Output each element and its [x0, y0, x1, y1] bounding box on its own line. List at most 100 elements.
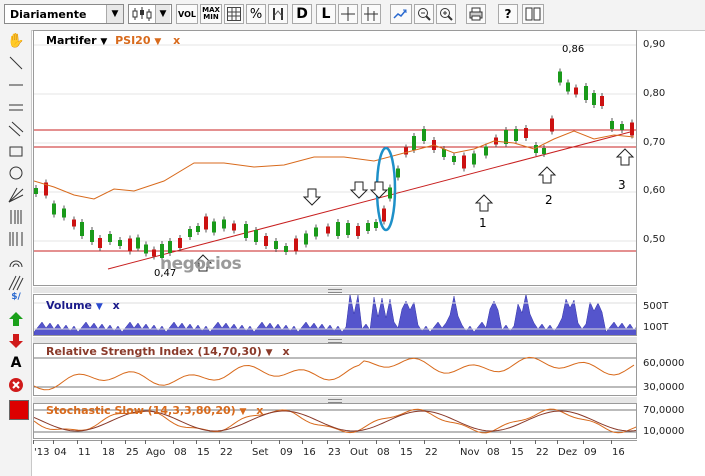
candle-body	[314, 227, 318, 237]
fibonacci-tool[interactable]	[7, 208, 25, 226]
candle-body	[558, 71, 562, 83]
fib-time-icon	[9, 232, 23, 246]
period-select[interactable]: Diariamente ▼	[4, 4, 124, 24]
candle-body	[294, 238, 298, 252]
rectangle-icon	[9, 146, 23, 157]
chart-type-select[interactable]: ▼	[128, 4, 172, 24]
annotation-2: 2	[545, 193, 553, 207]
candle-body	[346, 223, 350, 235]
candle-body	[366, 223, 370, 231]
rectangle-tool[interactable]	[7, 142, 25, 160]
candle-body	[630, 122, 634, 136]
remove-rsi-button[interactable]: x	[282, 345, 289, 358]
price-title: Martifer ▼ PSI20 ▼ x	[46, 34, 180, 47]
remove-indicator-button[interactable]: x	[173, 34, 180, 47]
stochastic-label: Stochastic Slow (14,3,3,80,20)	[46, 404, 236, 417]
candle-body	[222, 219, 226, 229]
chevron-down-icon[interactable]: ▼	[266, 348, 273, 358]
candle-body	[212, 221, 216, 233]
zoom-out-button[interactable]	[414, 4, 434, 24]
max-min-label: MAX MIN	[202, 6, 220, 21]
up-arrow-marker	[474, 194, 494, 212]
candle-body	[196, 226, 200, 232]
arc-tool[interactable]	[7, 252, 25, 270]
rsi-label: Relative Strength Index (14,70,30)	[46, 345, 262, 358]
candle-body	[118, 240, 122, 246]
parallel-lines-tool[interactable]	[7, 98, 25, 116]
x-axis-label: Out	[350, 447, 369, 458]
daily-button[interactable]: D	[292, 4, 312, 24]
chevron-down-icon[interactable]: ▼	[96, 302, 103, 312]
x-axis-label: 18	[102, 447, 115, 458]
zoom-in-icon	[440, 8, 453, 21]
delete-tool[interactable]	[7, 376, 25, 394]
y-tick: 500T	[643, 301, 669, 312]
cursor-icon	[364, 7, 378, 21]
color-picker[interactable]	[9, 400, 29, 420]
x-axis-label: 09	[280, 447, 293, 458]
volume-toggle-button[interactable]: VOL	[176, 4, 198, 24]
x-axis-tick	[611, 440, 612, 444]
x-axis-tick	[33, 440, 34, 444]
rsi-line	[34, 356, 635, 391]
chevron-down-icon[interactable]: ▼	[100, 37, 107, 47]
grid-button[interactable]	[224, 4, 244, 24]
candle-body	[136, 237, 140, 249]
candle-body	[204, 216, 208, 230]
daily-label: D	[296, 6, 308, 22]
scale-tool[interactable]: $/	[7, 288, 25, 306]
percent-button[interactable]: %	[246, 4, 266, 24]
candle-body	[274, 241, 278, 249]
period-value: Diariamente	[10, 8, 87, 21]
zoom-in-button[interactable]	[436, 4, 456, 24]
fib-time-tool[interactable]	[7, 230, 25, 248]
y-tick: 0,70	[643, 137, 666, 148]
line-tool[interactable]	[7, 54, 25, 72]
x-axis-tick	[196, 440, 197, 444]
remove-volume-button[interactable]: x	[113, 299, 120, 312]
y-tick: 10,0000	[643, 426, 685, 437]
crosshair-button[interactable]	[338, 4, 358, 24]
horizontal-line-tool[interactable]	[7, 76, 25, 94]
panel-splitter[interactable]	[33, 287, 637, 293]
candle-body	[442, 149, 446, 157]
candle-body	[284, 246, 288, 252]
up-arrow-icon	[9, 312, 23, 326]
compare-button[interactable]	[268, 4, 288, 24]
high-price-label: 0,86	[562, 44, 585, 55]
text-tool[interactable]: A	[7, 354, 25, 372]
candle-body	[600, 96, 604, 106]
sell-arrow-tool[interactable]	[7, 332, 25, 350]
help-button[interactable]: ?	[498, 4, 518, 24]
x-axis-tick	[459, 440, 460, 444]
line-button[interactable]: L	[316, 4, 336, 24]
hand-tool[interactable]: ✋	[7, 32, 25, 50]
compare-icon	[273, 8, 283, 20]
down-arrow-icon	[9, 334, 23, 348]
channel-tool[interactable]	[7, 120, 25, 138]
buy-arrow-tool[interactable]	[7, 310, 25, 328]
y-tick: 100T	[643, 322, 669, 333]
trend-button[interactable]	[390, 4, 412, 24]
chevron-down-icon[interactable]: ▼	[154, 37, 161, 47]
x-axis-label: 09	[584, 447, 597, 458]
book-button[interactable]	[522, 4, 544, 24]
up-arrow-marker	[615, 148, 635, 166]
ellipse-tool[interactable]	[7, 164, 25, 182]
ellipse-icon	[9, 166, 23, 180]
remove-stochastic-button[interactable]: x	[256, 404, 263, 417]
fan-tool[interactable]	[7, 186, 25, 204]
y-tick: 0,50	[643, 234, 666, 245]
print-button[interactable]	[466, 4, 486, 24]
candle-body	[388, 187, 392, 199]
max-min-button[interactable]: MAX MIN	[200, 4, 222, 24]
x-axis-tick	[219, 440, 220, 444]
crosshair-icon	[341, 7, 355, 21]
candle-body	[574, 87, 578, 95]
watermark-logo: negocios	[160, 254, 242, 274]
chevron-down-icon[interactable]: ▼	[240, 407, 247, 417]
splitter-grip[interactable]	[328, 289, 342, 293]
x-axis-label: 23	[328, 447, 341, 458]
cursor-button[interactable]	[361, 4, 381, 24]
x-axis-label: Dez	[558, 447, 578, 458]
